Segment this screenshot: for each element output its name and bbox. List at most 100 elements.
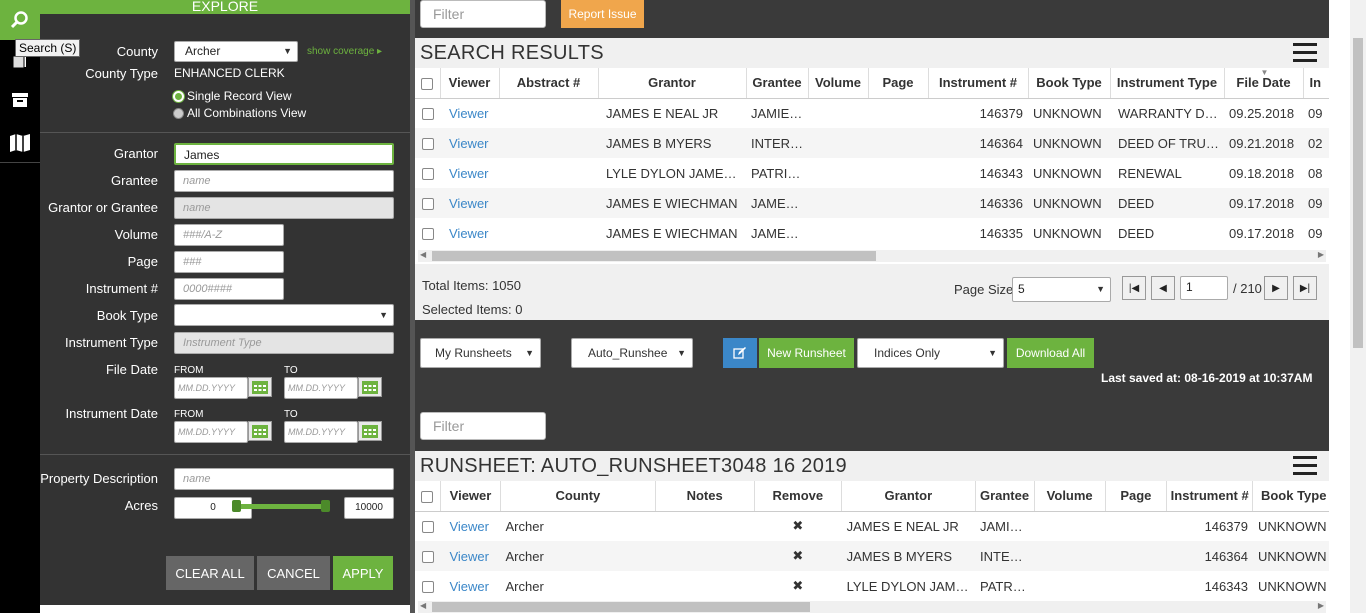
instrument-date-from-input[interactable]: MM.DD.YYYY (174, 421, 248, 443)
search-results-menu-button[interactable] (1293, 43, 1317, 63)
scrollbar-thumb[interactable] (1353, 38, 1363, 348)
single-record-view-radio[interactable]: Single Record View (173, 89, 292, 103)
column-header[interactable]: Instrument # (1166, 481, 1254, 512)
download-all-button[interactable]: Download All (1007, 338, 1094, 368)
cancel-button[interactable]: CANCEL (257, 556, 330, 590)
column-header[interactable]: Volume (1034, 481, 1106, 512)
search-results-hscrollbar[interactable]: ◀ ▶ (418, 250, 1326, 262)
volume-input[interactable]: ###/A-Z (174, 224, 284, 246)
column-header[interactable]: Book Type (1028, 68, 1111, 99)
viewer-link-cell[interactable]: Viewer (440, 511, 500, 541)
column-header[interactable]: Grantee (975, 481, 1035, 512)
page-size-select[interactable]: 5 ▼ (1012, 277, 1111, 302)
first-page-button[interactable]: |◀ (1122, 276, 1146, 300)
apply-button[interactable]: APPLY (333, 556, 393, 590)
viewer-link-cell[interactable]: Viewer (440, 158, 499, 188)
viewer-link-cell[interactable]: Viewer (440, 218, 499, 248)
grantor-or-grantee-input[interactable]: name (174, 197, 394, 219)
column-header[interactable]: Volume (808, 68, 869, 99)
remove-icon[interactable]: ✖ (754, 571, 842, 601)
column-header[interactable]: Book Type (1252, 481, 1329, 512)
last-page-button[interactable]: ▶| (1293, 276, 1317, 300)
select-all-checkbox[interactable] (415, 68, 441, 99)
instrument-date-from-calendar-button[interactable] (248, 421, 272, 441)
grantor-input[interactable]: James (174, 143, 394, 165)
search-filter-input[interactable]: Filter (420, 0, 546, 28)
table-row[interactable]: Viewer JAMES B MYERSINTERBANK 146364UNKNOW… (415, 128, 1329, 158)
runsheet-filter-input[interactable]: Filter (420, 412, 546, 440)
column-header[interactable]: Page (868, 68, 929, 99)
scrollbar-thumb[interactable] (432, 602, 810, 612)
file-date-to-input[interactable]: MM.DD.YYYY (284, 377, 358, 399)
page-input[interactable]: ### (174, 251, 284, 273)
acres-max-input[interactable]: 10000 (344, 497, 394, 519)
indices-only-select[interactable]: Indices Only ▼ (857, 338, 1004, 368)
report-issue-button[interactable]: Report Issue (561, 0, 644, 28)
viewer-link[interactable]: Viewer (449, 196, 489, 211)
column-header-sorted[interactable]: ▼ File Date (1224, 68, 1304, 99)
prev-page-button[interactable]: ◀ (1151, 276, 1175, 300)
table-row[interactable]: ViewerJAMES E WIECHMANJAMES E WIECHMAN14… (415, 188, 1329, 218)
viewer-link-cell[interactable]: Viewer (440, 128, 499, 158)
archive-rail-button[interactable] (0, 80, 40, 120)
row-checkbox[interactable] (415, 158, 440, 188)
next-page-button[interactable]: ▶ (1264, 276, 1288, 300)
column-header[interactable]: Viewer (440, 481, 502, 512)
new-runsheet-button[interactable]: New Runsheet (759, 338, 854, 368)
instrument-type-input[interactable]: Instrument Type (174, 332, 394, 354)
show-coverage-link[interactable]: show coverage ▸ (307, 46, 382, 57)
table-row[interactable]: Viewer LYLE DYLON JAMES ... PATRICIA 146343… (415, 158, 1329, 188)
all-combinations-view-radio[interactable]: All Combinations View (173, 106, 306, 120)
search-rail-button[interactable] (0, 0, 40, 40)
viewer-link[interactable]: Viewer (449, 136, 489, 151)
viewer-link-cell[interactable]: Viewer (440, 98, 499, 128)
table-row[interactable]: ViewerJAMES E WIECHMANJAMES E WIECHMAN14… (415, 218, 1329, 248)
instrument-number-input[interactable]: 0000#### (174, 278, 284, 300)
runsheet-menu-button[interactable] (1293, 456, 1317, 476)
row-checkbox[interactable] (415, 511, 440, 541)
viewer-link-cell[interactable]: Viewer (440, 188, 499, 218)
column-header[interactable]: Instrument Type (1110, 68, 1225, 99)
map-rail-button[interactable] (0, 123, 40, 163)
viewer-link-cell[interactable]: Viewer (440, 571, 500, 601)
instrument-date-to-calendar-button[interactable] (358, 421, 382, 441)
row-checkbox[interactable] (415, 571, 440, 601)
edit-runsheet-button[interactable] (723, 338, 757, 368)
viewer-link[interactable]: Viewer (449, 166, 489, 181)
remove-icon[interactable]: ✖ (754, 511, 842, 541)
my-runsheets-select[interactable]: My Runsheets ▼ (420, 338, 541, 368)
column-header[interactable]: Remove (754, 481, 843, 512)
file-date-from-input[interactable]: MM.DD.YYYY (174, 377, 248, 399)
row-checkbox[interactable] (415, 98, 440, 128)
column-header[interactable]: Instrument # (928, 68, 1029, 99)
column-header[interactable]: Abstract # (499, 68, 599, 99)
table-row[interactable]: Viewer JAMES E NEAL JR JAMIE E NEAL 146379 U… (415, 98, 1329, 128)
acres-slider-track[interactable] (234, 504, 328, 509)
file-date-to-calendar-button[interactable] (358, 377, 382, 397)
viewer-link[interactable]: Viewer (449, 106, 489, 121)
grantee-input[interactable]: name (174, 170, 394, 192)
property-description-input[interactable]: name (174, 468, 394, 490)
viewer-link[interactable]: Viewer (449, 519, 489, 534)
row-checkbox[interactable] (415, 541, 441, 571)
column-header[interactable]: Viewer (440, 68, 500, 99)
column-header[interactable]: Notes (655, 481, 755, 512)
instrument-date-to-input[interactable]: MM.DD.YYYY (284, 421, 358, 443)
row-checkbox[interactable] (415, 188, 440, 218)
runsheet-hscrollbar[interactable]: ◀ ▶ (418, 601, 1326, 613)
viewer-link[interactable]: Viewer (449, 549, 489, 564)
scrollbar-thumb[interactable] (432, 251, 876, 261)
column-header[interactable]: Grantee (746, 68, 809, 99)
table-row[interactable]: Viewer Archer ✖ LYLE DYLON JAMES ... PATRICI… (415, 571, 1329, 601)
viewer-link[interactable]: Viewer (449, 579, 489, 594)
acres-slider-min-handle[interactable] (232, 500, 241, 512)
select-all-checkbox[interactable] (415, 481, 441, 512)
acres-slider-max-handle[interactable] (321, 500, 330, 512)
viewer-link-cell[interactable]: Viewer (440, 541, 501, 571)
page-number-input[interactable]: 1 (1180, 276, 1228, 300)
county-select[interactable]: Archer ▼ (174, 41, 298, 62)
table-row[interactable]: Viewer Archer ✖JAMES E NEAL JR JAMIE E NEAL… (415, 511, 1329, 541)
column-header[interactable]: Grantor (841, 481, 976, 512)
row-checkbox[interactable] (415, 218, 440, 248)
viewer-link[interactable]: Viewer (449, 226, 489, 241)
